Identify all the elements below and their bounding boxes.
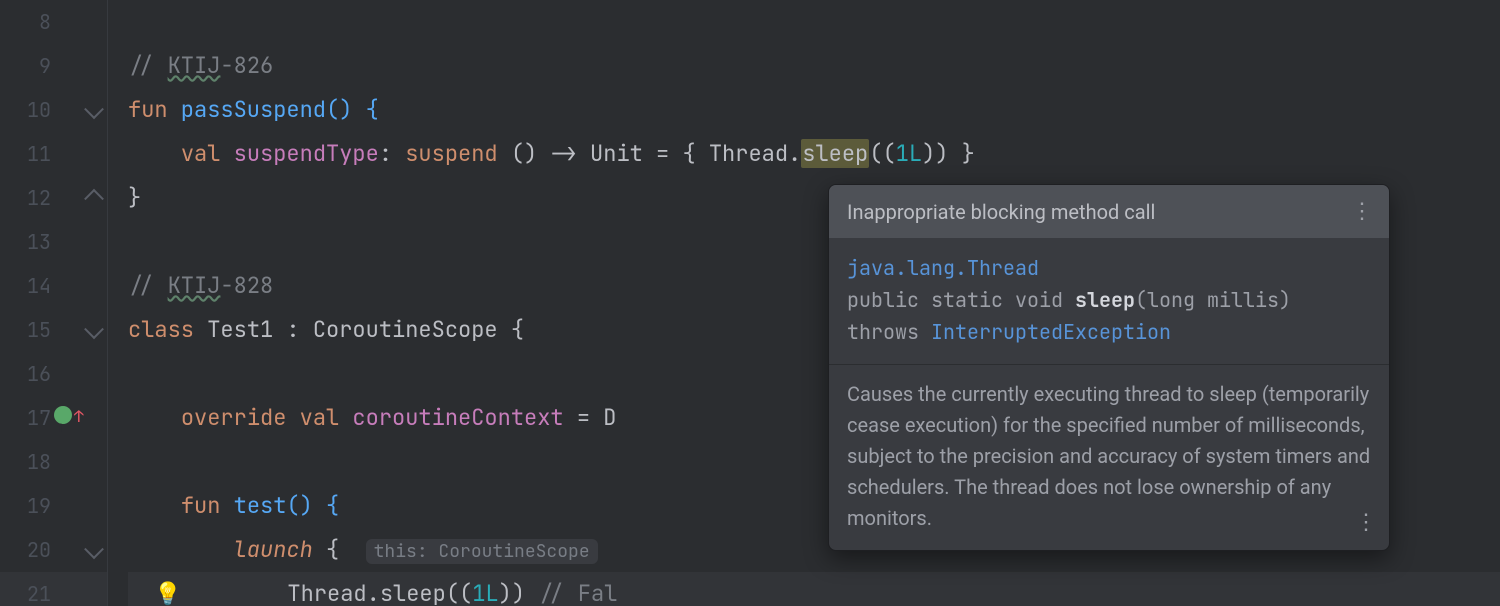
keyword: val	[181, 139, 221, 168]
function-name: test() {	[220, 491, 339, 520]
inlay-hint[interactable]: this: CoroutineScope	[366, 539, 598, 564]
code-text: = D	[564, 403, 617, 432]
line-number: 20	[0, 528, 107, 572]
more-options-icon[interactable]: ⋮	[1351, 199, 1371, 224]
punct: :	[379, 139, 405, 168]
line-number: 13	[0, 220, 107, 264]
line-number: 19	[0, 484, 107, 528]
line-number: ↑ 17	[0, 396, 107, 440]
code-line[interactable]: // KTIJ-826	[128, 44, 1500, 88]
up-arrow-icon: ↑	[74, 395, 84, 439]
keyword: fun	[128, 95, 168, 124]
number-literal: 1L	[896, 139, 922, 168]
code-editor[interactable]: 8 9 10 11 12 13 14 15 16 ↑ 17 18 19 20 2…	[0, 0, 1500, 606]
keyword: class	[128, 315, 194, 344]
comment: -826	[220, 51, 273, 80]
comment: //	[128, 51, 168, 80]
class-link[interactable]: java.lang.Thread	[847, 255, 1039, 281]
line-number: 10	[0, 88, 107, 132]
popup-body: Causes the currently executing thread to…	[829, 365, 1389, 550]
warning-highlight[interactable]: sleep	[801, 139, 869, 168]
builder-call: launch	[234, 535, 313, 564]
keyword: fun	[181, 491, 221, 520]
exception-link[interactable]: InterruptedException	[931, 319, 1171, 345]
code-text: )) }	[922, 139, 975, 168]
line-number: 12	[0, 176, 107, 220]
sig-method: sleep	[1075, 287, 1135, 313]
issue-ticket: KTIJ	[168, 271, 221, 300]
line-number: 9	[0, 44, 107, 88]
more-options-icon[interactable]: ⋮	[1355, 506, 1375, 540]
intention-bulb-icon[interactable]: 💡	[154, 579, 181, 606]
override-icon[interactable]	[54, 406, 72, 424]
line-number: 8	[0, 0, 107, 44]
comment: -828	[220, 271, 273, 300]
inspection-title: Inappropriate blocking method call	[847, 200, 1155, 224]
identifier: coroutineContext	[339, 403, 563, 432]
gutter: 8 9 10 11 12 13 14 15 16 ↑ 17 18 19 20 2…	[0, 0, 108, 606]
doc-text: Causes the currently executing thread to…	[847, 382, 1370, 530]
comment: //	[128, 271, 168, 300]
fold-toggle-icon[interactable]	[84, 99, 104, 119]
line-number: 14	[0, 264, 107, 308]
code-line[interactable]: val suspendType: suspend () -> Unit = { …	[128, 132, 1500, 176]
keyword: suspend	[405, 139, 497, 168]
line-number: 15	[0, 308, 107, 352]
keyword: val	[300, 403, 340, 432]
code-text: Test1 : CoroutineScope {	[194, 315, 524, 344]
number-literal: 1L	[472, 579, 498, 606]
sig-text: throws	[847, 319, 931, 345]
code-area[interactable]: // KTIJ-826 fun passSuspend() { val susp…	[108, 0, 1500, 606]
sig-text: (long millis)	[1135, 287, 1291, 313]
line-number: 16	[0, 352, 107, 396]
code-text: ((	[869, 139, 895, 168]
fold-toggle-icon[interactable]	[84, 319, 104, 339]
documentation-popup[interactable]: Inappropriate blocking method call ⋮ jav…	[828, 184, 1390, 551]
line-number: 21	[0, 572, 107, 606]
identifier: suspendType	[220, 139, 378, 168]
keyword: override	[181, 403, 287, 432]
popup-header: Inappropriate blocking method call ⋮	[829, 185, 1389, 238]
code-text: ))	[499, 579, 539, 606]
line-number: 18	[0, 440, 107, 484]
code-text: Thread.sleep((	[287, 579, 472, 606]
popup-signature: java.lang.Thread public static void slee…	[829, 238, 1389, 365]
comment: // Fal	[538, 579, 617, 606]
code-text: {	[313, 535, 353, 564]
code-line[interactable]: fun passSuspend() {	[128, 88, 1500, 132]
code-line[interactable]: 💡 Thread.sleep((1L)) // Fal	[128, 572, 1500, 606]
fold-toggle-icon[interactable]	[84, 539, 104, 559]
sig-text: public static void	[847, 287, 1075, 313]
function-name: passSuspend() {	[168, 95, 379, 124]
fold-toggle-icon[interactable]	[84, 189, 104, 209]
code-line[interactable]	[128, 0, 1500, 44]
line-number: 11	[0, 132, 107, 176]
code-text: () -> Unit = { Thread.	[498, 139, 802, 168]
issue-ticket: KTIJ	[168, 51, 221, 80]
